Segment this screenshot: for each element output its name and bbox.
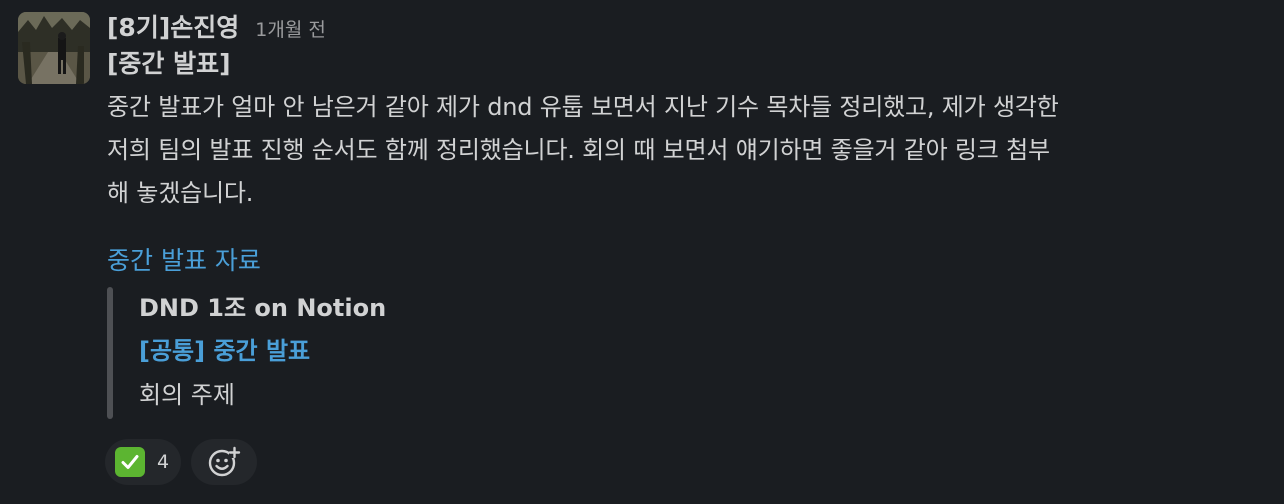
- reaction-check[interactable]: 4: [105, 439, 182, 485]
- reaction-count: 4: [157, 451, 170, 473]
- message-header: [8기]손진영 1개월 전: [107, 8, 1277, 46]
- message-item: [8기]손진영 1개월 전 [중간 발표] 중간 발표가 얼마 안 남은거 같아…: [0, 0, 1284, 504]
- body-line: 해 놓겠습니다.: [107, 179, 254, 207]
- timestamp[interactable]: 1개월 전: [255, 15, 326, 42]
- preview-description: 회의 주제: [139, 381, 235, 409]
- document-link[interactable]: 중간 발표 자료: [107, 243, 1277, 279]
- sender-name[interactable]: [8기]손진영: [107, 8, 239, 44]
- preview-site-name: DND 1조 on Notion: [139, 294, 387, 322]
- body-line: 중간 발표가 얼마 안 남은거 같아 제가 dnd 유툽 보면서 지난 기수 목…: [107, 93, 1059, 121]
- add-reaction-icon: [208, 446, 241, 477]
- reaction-bar: 4: [105, 439, 1277, 485]
- link-preview: DND 1조 on Notion [공통] 중간 발표 회의 주제: [107, 287, 1277, 419]
- preview-title-link[interactable]: [공통] 중간 발표: [139, 329, 1277, 373]
- preview-accent-bar: [107, 287, 113, 419]
- message-title: [중간 발표]: [107, 49, 231, 78]
- message-content: [8기]손진영 1개월 전 [중간 발표] 중간 발표가 얼마 안 남은거 같아…: [105, 8, 1277, 485]
- white-check-mark-icon: [115, 447, 145, 477]
- avatar-photo: [18, 12, 90, 84]
- avatar[interactable]: [18, 12, 90, 84]
- add-reaction-button[interactable]: [191, 439, 258, 485]
- message-body: 중간 발표가 얼마 안 남은거 같아 제가 dnd 유툽 보면서 지난 기수 목…: [107, 86, 1277, 215]
- body-line: 저희 팀의 발표 진행 순서도 함께 정리했습니다. 회의 때 보면서 얘기하면…: [107, 136, 1050, 164]
